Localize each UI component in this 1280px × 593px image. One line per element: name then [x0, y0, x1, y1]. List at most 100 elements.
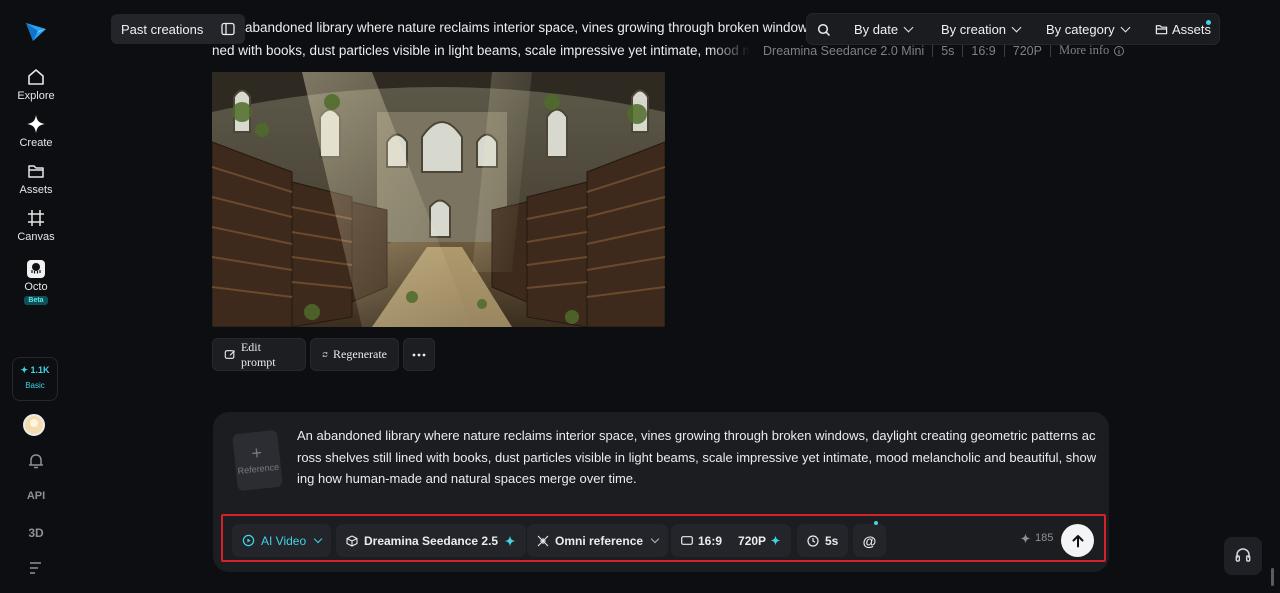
mode-label: AI Video [261, 533, 307, 548]
creation-prompt-line-2: ned with books, dust particles visible i… [212, 43, 750, 58]
duration: 5s [941, 43, 955, 58]
sidebar-item-label: Assets [19, 184, 53, 196]
divider [932, 44, 934, 57]
chevron-down-icon [313, 534, 323, 543]
avatar[interactable] [23, 414, 45, 436]
sidebar: Explore Create Assets Canvas Octo Beta ✦… [0, 0, 72, 593]
generate-button[interactable] [1061, 524, 1094, 557]
divider [1049, 44, 1051, 57]
chevron-down-icon [650, 534, 660, 543]
folder-icon [28, 165, 44, 178]
plan-label: Basic [25, 381, 45, 390]
chevron-down-icon [903, 22, 914, 33]
creation-prompt-line-1: abandoned library where nature reclaims … [245, 20, 807, 35]
model-label: Dreamina Seedance 2.5 [364, 533, 499, 548]
filter-label: By creation [941, 22, 1007, 37]
sidebar-panel-icon[interactable] [221, 22, 235, 36]
divider [962, 44, 964, 57]
sidebar-item-label: Create [19, 137, 53, 149]
support-button[interactable] [1224, 537, 1262, 575]
filter-by-date[interactable]: By date [854, 22, 914, 37]
reference-upload[interactable]: + Reference [232, 429, 283, 492]
app-root: Explore Create Assets Canvas Octo Beta ✦… [0, 0, 1280, 593]
mention-button[interactable]: @ [853, 524, 886, 557]
sparkle-icon [27, 115, 45, 133]
prompt-input[interactable]: An abandoned library where nature reclai… [297, 425, 1097, 490]
sidebar-item-octo[interactable]: Octo Beta [0, 260, 72, 305]
mode-selector[interactable]: AI Video [232, 524, 332, 557]
video-play-icon [242, 534, 255, 547]
api-link[interactable]: API [0, 490, 72, 502]
sidebar-item-label: Octo [24, 281, 48, 293]
home-icon [28, 69, 44, 85]
model-selector[interactable]: Dreamina Seedance 2.5 [336, 524, 527, 557]
ratio-resolution-selector[interactable]: 16:9 720P [671, 524, 792, 557]
edit-prompt-label: Edit prompt [240, 339, 276, 369]
duration-selector[interactable]: 5s [797, 524, 849, 557]
assets-label: Assets [1172, 22, 1212, 37]
sidebar-item-create[interactable]: Create [0, 114, 72, 149]
chevron-down-icon [1120, 22, 1131, 33]
reference-label: Reference [237, 461, 280, 477]
ratio-label: 16:9 [698, 533, 723, 548]
search-icon[interactable] [817, 23, 831, 37]
notification-bell-icon[interactable] [0, 452, 72, 473]
more-icon [412, 353, 426, 356]
chevron-down-icon [1011, 22, 1022, 33]
edit-prompt-button[interactable]: Edit prompt [212, 338, 306, 371]
filter-label: By date [854, 22, 899, 37]
creation-meta: Dreamina Seedance 2.0 Mini 5s 16:9 720P … [763, 43, 1125, 58]
generation-toolbar: AI Video Dreamina Seedance 2.5 Omni refe… [221, 514, 1106, 562]
cost-value: 185 [1035, 532, 1054, 544]
canvas-icon [28, 210, 44, 226]
sparkle-icon [1020, 533, 1031, 543]
arrow-up-icon [1072, 534, 1083, 547]
info-icon[interactable] [1113, 45, 1125, 57]
sidebar-item-label: Explore [17, 90, 55, 102]
sidebar-item-explore[interactable]: Explore [0, 67, 72, 102]
more-options-button[interactable] [403, 338, 435, 371]
regenerate-button[interactable]: Regenerate [310, 338, 399, 371]
reference-mode-label: Omni reference [555, 533, 644, 548]
sparkle-icon [770, 535, 781, 546]
filter-by-creation[interactable]: By creation [941, 22, 1022, 37]
folder-icon [1155, 25, 1168, 35]
dreamina-logo[interactable] [24, 19, 48, 43]
resolution: 720P [1012, 43, 1042, 58]
past-creations-toggle[interactable]: Past creations [111, 14, 245, 44]
prompt-composer: + Reference An abandoned library where n… [213, 412, 1109, 572]
omni-reference-icon [537, 535, 549, 546]
filter-label: By category [1046, 22, 1115, 37]
assets-button[interactable]: Assets [1155, 22, 1211, 37]
refresh-icon [322, 352, 328, 357]
aspect-ratio-icon [681, 536, 693, 545]
clock-icon [807, 534, 819, 547]
past-creations-label: Past creations [121, 21, 204, 37]
resolution-label: 720P [738, 533, 767, 548]
credit-sparkle-icon: ✦ [20, 365, 28, 375]
edit-icon [224, 350, 236, 359]
mention-label: @ [862, 532, 877, 549]
3d-link[interactable]: 3D [0, 526, 72, 540]
octo-icon [27, 260, 45, 278]
plus-icon: + [250, 442, 263, 464]
notification-dot [1206, 20, 1211, 25]
cube-icon [346, 534, 358, 547]
duration-label: 5s [825, 533, 839, 548]
headset-icon [1235, 548, 1251, 562]
more-info-link[interactable]: More info [1059, 43, 1109, 58]
regenerate-label: Regenerate [333, 347, 387, 361]
notification-dot [874, 521, 878, 525]
generated-image[interactable] [212, 72, 665, 327]
reference-mode-selector[interactable]: Omni reference [527, 524, 669, 557]
credit-amount: 1.1K [30, 365, 50, 375]
sparkle-icon [504, 535, 516, 546]
scrollbar-thumb[interactable] [1271, 568, 1274, 586]
sidebar-item-assets[interactable]: Assets [0, 161, 72, 196]
menu-icon[interactable] [0, 561, 72, 578]
sidebar-item-canvas[interactable]: Canvas [0, 208, 72, 243]
model-name: Dreamina Seedance 2.0 Mini [763, 43, 925, 58]
beta-badge: Beta [24, 296, 48, 305]
filter-by-category[interactable]: By category [1046, 22, 1131, 37]
credits-widget[interactable]: ✦ 1.1K Basic [12, 357, 58, 401]
